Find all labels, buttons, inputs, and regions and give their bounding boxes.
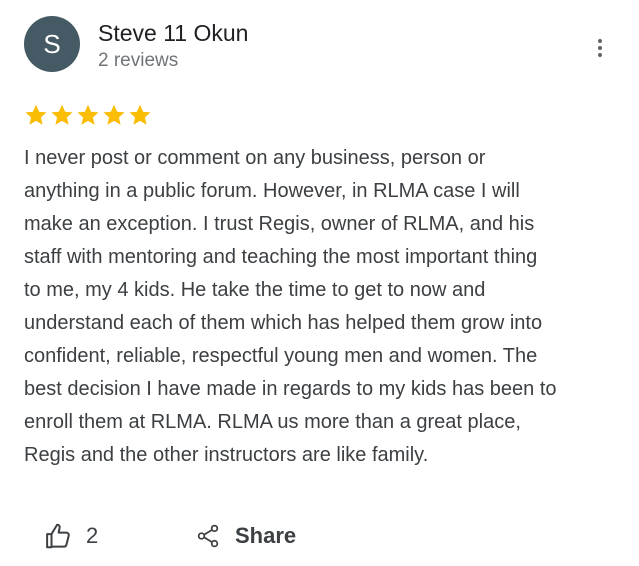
more-vert-icon-dot bbox=[598, 46, 602, 50]
star-icon bbox=[25, 104, 47, 125]
review-count: 2 reviews bbox=[98, 50, 179, 71]
more-vert-icon bbox=[598, 39, 602, 43]
review-text: I never post or comment on any business,… bbox=[24, 147, 557, 466]
star-icon bbox=[77, 104, 99, 125]
like-button[interactable]: 2 bbox=[44, 521, 98, 551]
author-name[interactable]: Steve 11 Okun bbox=[98, 20, 248, 47]
star-icon bbox=[129, 104, 151, 125]
star-rating bbox=[24, 103, 152, 127]
star-icon bbox=[51, 104, 73, 125]
avatar[interactable]: S bbox=[24, 16, 80, 72]
more-options-button[interactable] bbox=[588, 34, 612, 62]
share-icon bbox=[197, 524, 219, 548]
star-icon bbox=[103, 104, 125, 125]
avatar-initial: S bbox=[43, 28, 61, 59]
thumb-up-icon bbox=[46, 523, 70, 549]
like-count: 2 bbox=[86, 523, 99, 548]
share-button[interactable]: Share bbox=[195, 521, 296, 551]
more-vert-icon-dot bbox=[598, 53, 602, 57]
share-label: Share bbox=[235, 523, 297, 548]
review-card: S Steve 11 Okun 2 reviews I never post o… bbox=[0, 0, 639, 566]
